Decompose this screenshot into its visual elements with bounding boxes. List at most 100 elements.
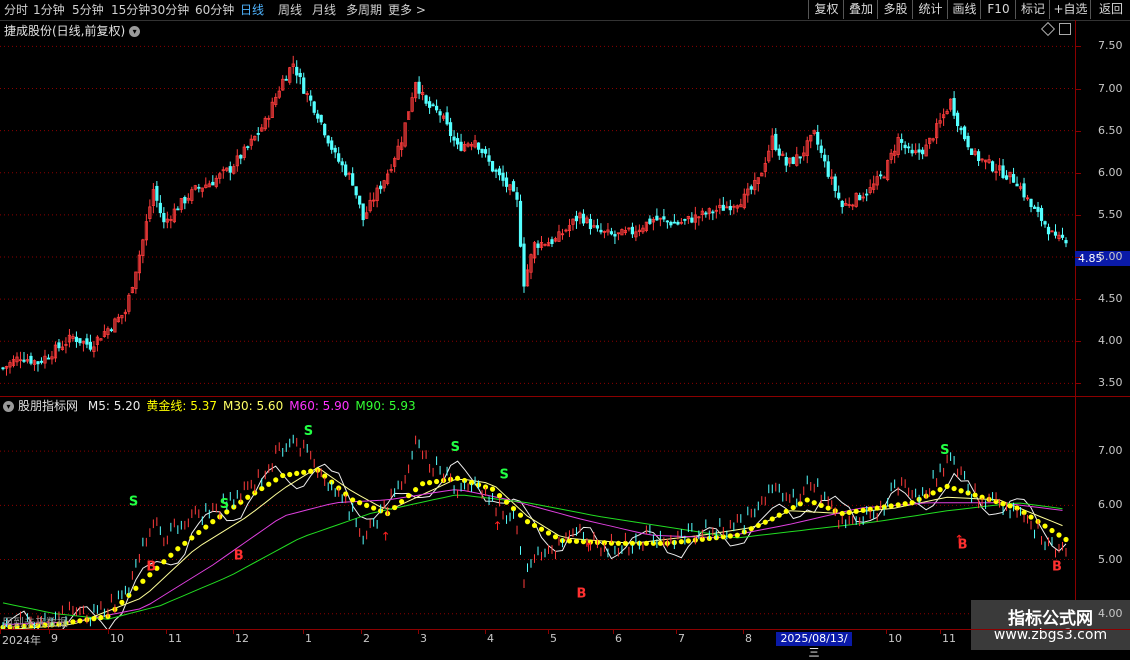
candle-body <box>774 133 778 150</box>
date-tick <box>418 630 419 634</box>
candle-body <box>197 186 201 189</box>
candle-body <box>581 213 586 224</box>
toolbar-button-6[interactable]: 标记 <box>1015 0 1050 19</box>
gold-line-dot <box>937 487 943 493</box>
gold-line-dot <box>294 470 300 477</box>
candle-body <box>85 338 89 345</box>
candle-body <box>728 205 732 211</box>
gold-line-dot <box>133 585 139 591</box>
candle-body <box>511 181 516 192</box>
candle-body <box>550 239 554 245</box>
period-tab-9[interactable]: 多周期 <box>346 2 382 18</box>
gold-line-dot <box>245 494 251 500</box>
price-chart[interactable] <box>0 38 1075 396</box>
toolbar-button-8[interactable]: 返回 <box>1090 0 1130 19</box>
date-tick-label: 2 <box>363 632 370 645</box>
buy-signal: B <box>576 586 586 601</box>
gold-line-dot <box>944 483 950 490</box>
date-tick-label: 2024年 <box>2 634 41 647</box>
candle-body <box>655 215 659 221</box>
gold-line-dot <box>392 504 398 511</box>
candle-body <box>36 361 40 365</box>
candle-body <box>1032 206 1037 209</box>
price-tick <box>1075 383 1081 385</box>
gold-line-dot <box>517 512 524 518</box>
candle-body <box>823 154 827 162</box>
candle-body <box>959 127 963 131</box>
date-tick-label: 3 <box>420 632 427 645</box>
candle-body <box>351 173 355 186</box>
period-tab-2[interactable]: 5分钟 <box>72 2 104 18</box>
period-tab-7[interactable]: 周线 <box>278 2 302 18</box>
candle-body <box>969 148 974 155</box>
candle-body <box>613 234 617 237</box>
gold-line-dot <box>210 519 216 525</box>
candle-body <box>309 95 313 101</box>
period-tab-3[interactable]: 15分钟 <box>111 2 150 18</box>
gold-line-dot <box>399 498 405 505</box>
indicator-tick-label: 5.00 <box>1098 552 1123 566</box>
period-tab-0[interactable]: 分时 <box>4 2 28 18</box>
candle-body <box>483 149 488 154</box>
candle-body <box>648 218 652 224</box>
gold-line-dot <box>860 507 866 513</box>
gold-line-dot <box>406 493 412 499</box>
indicator-chart[interactable]: S SSSSSBBBBB↑↑↑↑ <box>0 397 1075 630</box>
gold-line-dot <box>168 552 174 558</box>
candle-body <box>434 105 439 111</box>
candle-body <box>162 213 166 223</box>
pane-separator <box>0 629 1130 630</box>
candle-body <box>78 338 82 344</box>
candle-body <box>494 169 498 172</box>
gold-line-dot <box>804 497 810 503</box>
candle-body <box>900 139 904 143</box>
toolbar-button-7[interactable]: +自选 <box>1049 0 1091 19</box>
price-tick-label: 5.50 <box>1098 207 1123 221</box>
candle-body <box>431 104 435 107</box>
candle-body <box>837 192 841 199</box>
period-tab-6[interactable]: 日线 <box>240 2 264 18</box>
gold-line-dot <box>301 469 307 475</box>
indicator-name: 股朋指标网 <box>18 399 79 413</box>
gold-line-dot <box>280 472 286 479</box>
gold-line-dot <box>755 522 761 529</box>
date-tick <box>303 630 304 634</box>
gold-line-dot <box>196 529 202 536</box>
gold-line-dot <box>853 508 859 514</box>
candle-body <box>344 164 348 176</box>
date-tick-label: 9 <box>51 632 58 645</box>
date-tick <box>613 630 614 634</box>
gold-line-dot <box>140 578 146 584</box>
candle-body <box>1022 183 1026 198</box>
candle-body <box>630 226 635 235</box>
indicator-dropdown-icon[interactable]: ▾ <box>3 401 14 412</box>
title-dropdown-icon[interactable]: ▾ <box>129 26 141 37</box>
toolbar-button-3[interactable]: 统计 <box>912 0 948 19</box>
gold-line-dot <box>426 480 433 486</box>
gold-line-dot <box>350 497 356 503</box>
chart-title-bar: 捷成股份(日线,前复权) ▾ <box>0 20 1075 38</box>
period-tab-8[interactable]: 月线 <box>312 2 336 18</box>
gold-line-dot <box>371 505 377 511</box>
toolbar-button-1[interactable]: 叠加 <box>843 0 878 19</box>
candle-body <box>246 146 250 148</box>
gold-line-dot <box>790 504 796 511</box>
candle-body <box>323 123 327 136</box>
candle-body <box>158 202 162 214</box>
toolbar-button-2[interactable]: 多股 <box>877 0 913 19</box>
candle-body <box>536 243 540 248</box>
period-tab-10[interactable]: 更多 > <box>388 2 426 18</box>
date-tick-label: 5 <box>550 632 557 645</box>
period-tab-5[interactable]: 60分钟 <box>195 2 234 18</box>
gold-line-dot <box>657 540 663 546</box>
maximize-icon[interactable] <box>1059 23 1071 35</box>
candle-body <box>990 161 995 172</box>
candle-body <box>155 185 159 201</box>
date-tick-label: 10 <box>110 632 124 645</box>
toolbar-button-5[interactable]: F10 <box>980 0 1016 19</box>
period-tab-4[interactable]: 30分钟 <box>150 2 189 18</box>
period-tab-1[interactable]: 1分钟 <box>33 2 65 18</box>
toolbar-button-0[interactable]: 复权 <box>808 0 844 19</box>
candle-body <box>956 112 960 127</box>
toolbar-button-4[interactable]: 画线 <box>947 0 981 19</box>
